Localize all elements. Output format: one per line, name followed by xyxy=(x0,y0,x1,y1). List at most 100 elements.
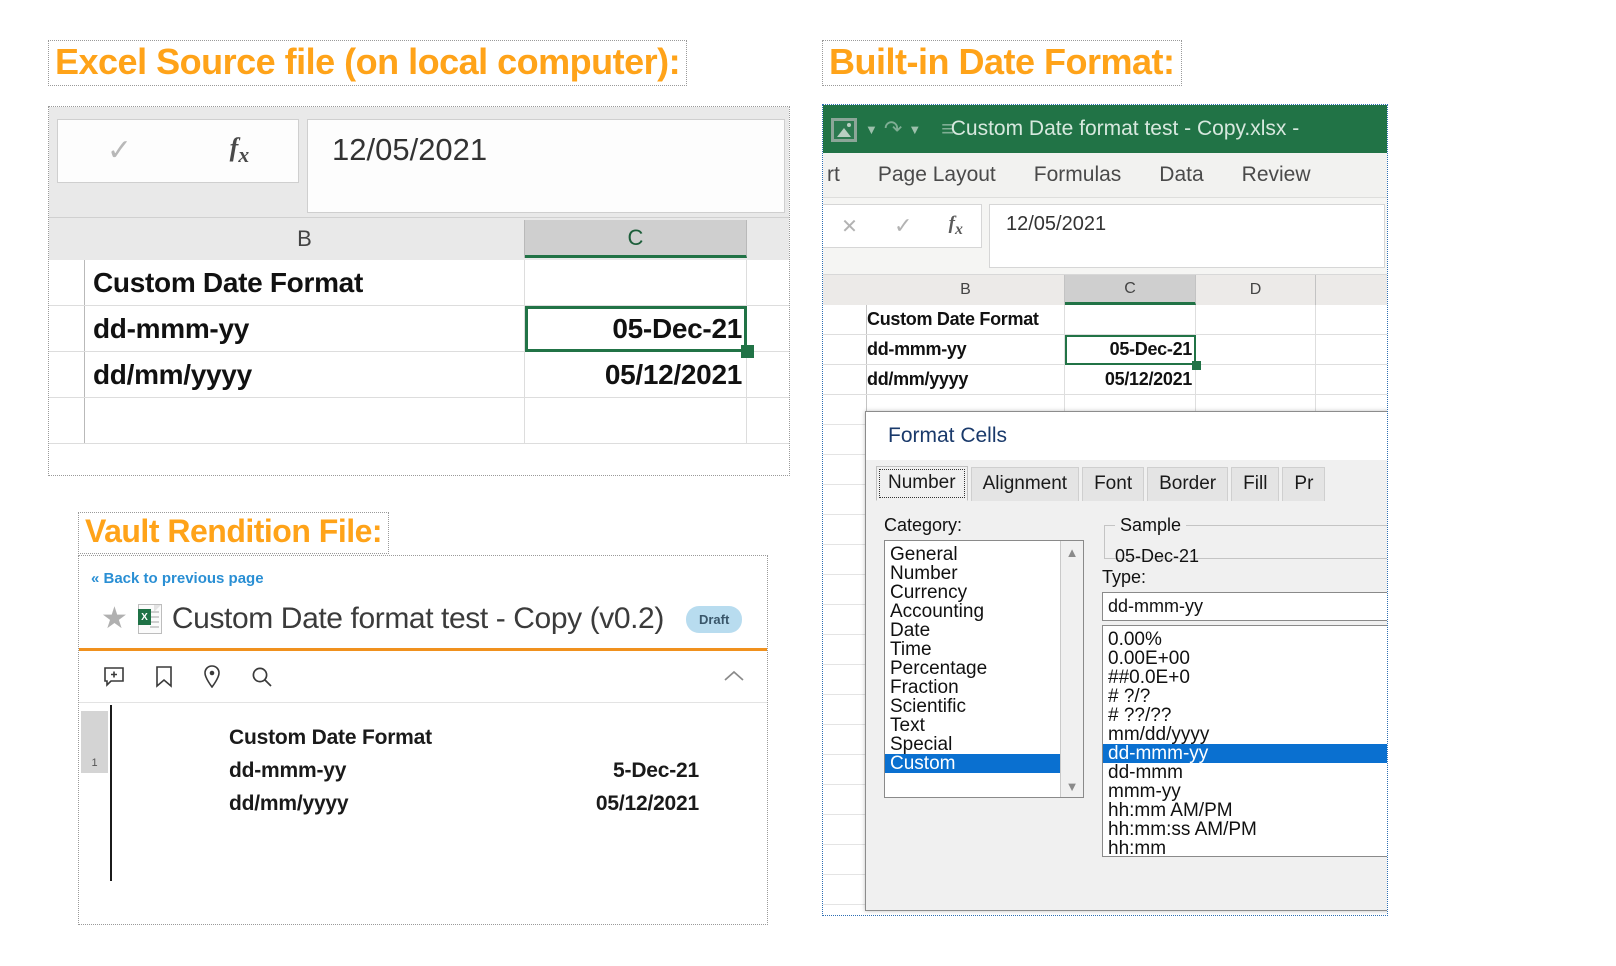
cell-b1[interactable]: Custom Date Format xyxy=(867,305,1065,334)
excel-file-icon: X xyxy=(137,604,162,634)
cell-d3[interactable] xyxy=(1196,365,1316,394)
quick-access-toolbar: ▼ ↷ ▼ ≡ xyxy=(823,114,954,144)
type-item-ddmmmyy[interactable]: dd-mmm-yy xyxy=(1103,744,1387,763)
column-header-c[interactable]: C xyxy=(1065,275,1196,305)
category-item-accounting[interactable]: Accounting xyxy=(885,602,1083,621)
tab-page-layout[interactable]: Page Layout xyxy=(878,163,996,187)
tab-font[interactable]: Font xyxy=(1082,467,1145,501)
tab-protection[interactable]: Pr xyxy=(1282,467,1326,501)
category-item-time[interactable]: Time xyxy=(885,640,1083,659)
tab-number[interactable]: Number xyxy=(876,466,968,501)
cell-b3[interactable]: dd/mm/yyyy xyxy=(85,352,525,397)
fill-handle[interactable] xyxy=(741,345,754,358)
cell-c2[interactable]: 05-Dec-21 xyxy=(525,306,747,351)
category-item-custom[interactable]: Custom xyxy=(885,754,1073,773)
cell-c4[interactable] xyxy=(525,398,747,443)
table-row[interactable] xyxy=(49,398,789,444)
tab-formulas[interactable]: Formulas xyxy=(1034,163,1122,187)
page-number: 1 xyxy=(91,757,98,769)
column-header-d[interactable]: D xyxy=(1196,275,1316,305)
cell-c1[interactable] xyxy=(525,260,747,305)
type-item-fraction1[interactable]: # ?/? xyxy=(1103,687,1387,706)
row-gutter xyxy=(823,365,867,394)
star-icon[interactable]: ★ xyxy=(101,604,128,634)
column-header-b[interactable]: B xyxy=(867,275,1065,305)
customize-quick-access-toolbar-icon[interactable]: ≡ xyxy=(941,118,954,140)
type-item-fraction2[interactable]: # ??/?? xyxy=(1103,706,1387,725)
document-row: dd/mm/yyyy 05/12/2021 xyxy=(229,787,757,820)
redo-icon[interactable]: ↷ xyxy=(884,118,902,140)
checkmark-icon[interactable]: ✓ xyxy=(894,213,912,239)
category-item-special[interactable]: Special xyxy=(885,735,1083,754)
scroll-up-icon[interactable]: ▲ xyxy=(1061,541,1083,563)
format-detail-pane: Sample 05-Dec-21 Type: dd-mmm-yy 0.00% 0… xyxy=(1102,515,1387,857)
cell-c3[interactable]: 05/12/2021 xyxy=(525,352,747,397)
back-to-previous-page-link[interactable]: « Back to previous page xyxy=(91,570,264,587)
page-title: Custom Date format test - Copy (v0.2) xyxy=(171,602,664,635)
type-item-ddmmm[interactable]: dd-mmm xyxy=(1103,763,1387,782)
table-row[interactable]: Custom Date Format xyxy=(823,305,1387,335)
scroll-down-icon[interactable]: ▼ xyxy=(1061,775,1083,797)
cell-c3[interactable]: 05/12/2021 xyxy=(1065,365,1196,394)
vault-rendition-screenshot: « Back to previous page ★ X Custom Date … xyxy=(78,555,768,925)
document-heading-row: Custom Date Format xyxy=(229,721,757,754)
chevron-up-icon[interactable] xyxy=(723,669,745,683)
category-item-number[interactable]: Number xyxy=(885,564,1083,583)
checkmark-icon[interactable]: ✓ xyxy=(107,136,132,166)
fx-icon[interactable]: fx xyxy=(949,213,963,239)
row-gutter xyxy=(49,398,85,443)
cell-b2[interactable]: dd-mmm-yy xyxy=(867,335,1065,364)
table-row[interactable]: Custom Date Format xyxy=(49,260,789,306)
category-item-text[interactable]: Text xyxy=(885,716,1083,735)
type-item-percent[interactable]: 0.00% xyxy=(1103,630,1387,649)
cell-c1[interactable] xyxy=(1065,305,1196,334)
cell-b4[interactable] xyxy=(85,398,525,443)
column-header-b[interactable]: B xyxy=(85,220,525,258)
formula-input[interactable]: 12/05/2021 xyxy=(307,119,785,213)
category-item-percentage[interactable]: Percentage xyxy=(885,659,1083,678)
cell-b1[interactable]: Custom Date Format xyxy=(85,260,525,305)
search-icon[interactable] xyxy=(251,666,273,688)
category-item-general[interactable]: General xyxy=(885,545,1083,564)
bookmark-icon[interactable] xyxy=(155,665,173,688)
table-row[interactable]: dd-mmm-yy 05-Dec-21 xyxy=(49,306,789,352)
tab-fill[interactable]: Fill xyxy=(1231,467,1280,501)
category-item-fraction[interactable]: Fraction xyxy=(885,678,1083,697)
category-scrollbar[interactable]: ▲ ▼ xyxy=(1060,541,1083,797)
page-thumbnail[interactable]: 1 xyxy=(81,711,108,773)
type-item-mmddyyyy[interactable]: mm/dd/yyyy xyxy=(1103,725,1387,744)
type-item-sci1[interactable]: 0.00E+00 xyxy=(1103,649,1387,668)
tab-data[interactable]: Data xyxy=(1159,163,1203,187)
cell-d1[interactable] xyxy=(1196,305,1316,334)
cell-b3[interactable]: dd/mm/yyyy xyxy=(867,365,1065,394)
table-row[interactable]: dd/mm/yyyy 05/12/2021 xyxy=(823,365,1387,395)
formula-input[interactable]: 12/05/2021 xyxy=(989,204,1385,268)
type-input[interactable]: dd-mmm-yy xyxy=(1102,592,1387,621)
category-item-scientific[interactable]: Scientific xyxy=(885,697,1083,716)
tab-review[interactable]: Review xyxy=(1242,163,1311,187)
chevron-down-icon[interactable]: ▼ xyxy=(865,122,878,137)
type-item-hhmm-ampm[interactable]: hh:mm AM/PM xyxy=(1103,801,1387,820)
table-row[interactable]: dd/mm/yyyy 05/12/2021 xyxy=(49,352,789,398)
location-pin-icon[interactable] xyxy=(203,665,221,688)
fill-handle[interactable] xyxy=(1192,361,1201,370)
add-comment-icon[interactable] xyxy=(103,666,125,688)
type-item-mmmyy[interactable]: mmm-yy xyxy=(1103,782,1387,801)
cell-d2[interactable] xyxy=(1196,335,1316,364)
type-item-sci2[interactable]: ##0.0E+0 xyxy=(1103,668,1387,687)
type-item-hhmm[interactable]: hh:mm xyxy=(1103,839,1387,856)
category-item-currency[interactable]: Currency xyxy=(885,583,1083,602)
type-item-hhmmss-ampm[interactable]: hh:mm:ss AM/PM xyxy=(1103,820,1387,839)
tab-border[interactable]: Border xyxy=(1147,467,1229,501)
cancel-icon[interactable]: ✕ xyxy=(841,214,858,239)
type-listbox[interactable]: 0.00% 0.00E+00 ##0.0E+0 # ?/? # ??/?? mm… xyxy=(1102,625,1387,857)
column-header-c[interactable]: C xyxy=(525,220,747,258)
tab-alignment[interactable]: Alignment xyxy=(970,467,1080,501)
tab-insert[interactable]: rt xyxy=(827,163,840,187)
category-listbox[interactable]: General Number Currency Accounting Date … xyxy=(884,540,1084,798)
cell-b2[interactable]: dd-mmm-yy xyxy=(85,306,525,351)
undo-icon[interactable] xyxy=(829,114,859,144)
fx-icon[interactable]: fx xyxy=(230,133,250,168)
category-item-date[interactable]: Date xyxy=(885,621,1083,640)
chevron-down-icon[interactable]: ▼ xyxy=(908,122,921,137)
